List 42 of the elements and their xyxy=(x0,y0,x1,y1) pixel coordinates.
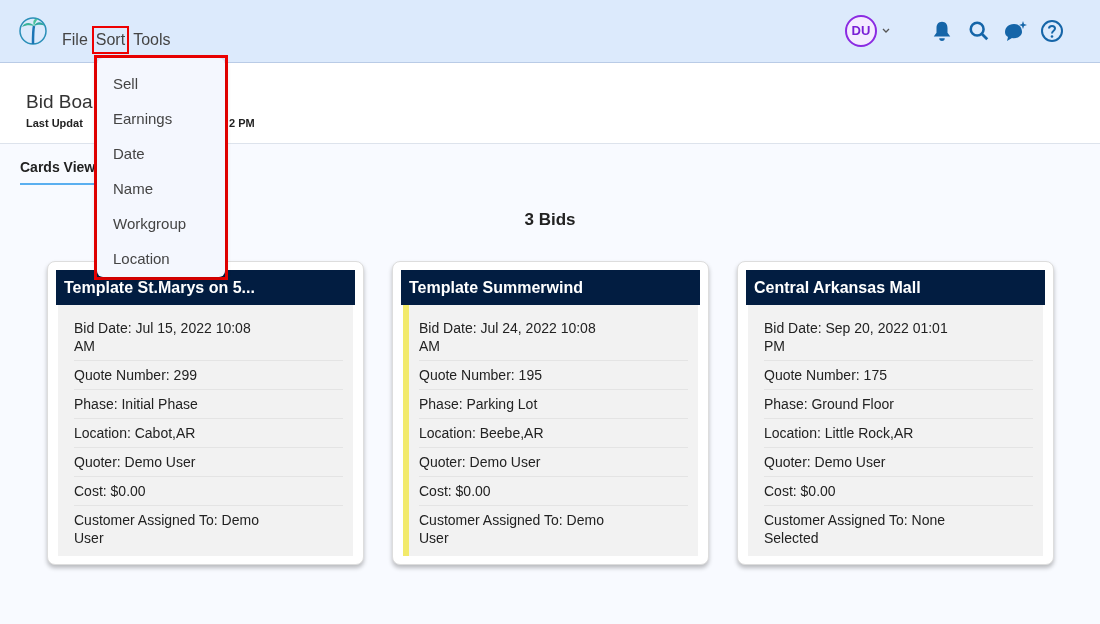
card-field: Cost: $0.00 xyxy=(764,476,1033,506)
card-field: Location: Beebe,AR xyxy=(419,418,688,448)
search-icon[interactable] xyxy=(968,20,990,42)
card-field: Bid Date: Jul 15, 2022 10:08 AM xyxy=(74,313,343,361)
card-field: Bid Date: Jul 24, 2022 10:08 AM xyxy=(419,313,688,361)
card-field: Customer Assigned To: Demo User xyxy=(74,505,343,552)
bid-count: 3 Bids xyxy=(524,209,576,231)
card-field: Bid Date: Sep 20, 2022 01:01 PM xyxy=(764,313,1033,361)
card-field: Quoter: Demo User xyxy=(764,447,1033,477)
help-icon[interactable] xyxy=(1040,19,1064,43)
card-field: Quote Number: 175 xyxy=(764,360,1033,390)
menu-option[interactable]: Earnings xyxy=(97,101,225,136)
card-field: Quoter: Demo User xyxy=(419,447,688,477)
card-field: Phase: Parking Lot xyxy=(419,389,688,419)
last-updated-text: Last Updat xyxy=(26,117,83,129)
menu-item[interactable]: File xyxy=(58,26,92,54)
menu-item[interactable]: Tools xyxy=(129,26,175,54)
menu-option[interactable]: Workgroup xyxy=(97,206,225,241)
card-title: Central Arkansas Mall xyxy=(746,269,1045,305)
chat-sparkle-icon[interactable] xyxy=(1003,20,1027,42)
bid-card[interactable]: Central Arkansas Mall Bid Date: Sep 20, 2022 01:01 PM Quote Number: 175 Phase: Ground Floor Location: Little Rock,AR Quoter: Demo User Cost: $0.00 Customer Assigned To: None Selected xyxy=(737,260,1054,565)
menu-option[interactable]: Sell xyxy=(97,66,225,101)
card-field: Location: Little Rock,AR xyxy=(764,418,1033,448)
card-title: Template Summerwind xyxy=(401,269,700,305)
chevron-down-icon[interactable] xyxy=(881,27,891,35)
bell-icon[interactable] xyxy=(931,20,953,42)
card-field: Location: Cabot,AR xyxy=(74,418,343,448)
card-field: Cost: $0.00 xyxy=(74,476,343,506)
palm-tree-logo-icon xyxy=(18,16,48,46)
card-field: Phase: Initial Phase xyxy=(74,389,343,419)
card-field: Phase: Ground Floor xyxy=(764,389,1033,419)
card-field: Cost: $0.00 xyxy=(419,476,688,506)
card-field: Customer Assigned To: None Selected xyxy=(764,505,1033,552)
user-avatar[interactable]: DU xyxy=(845,15,877,47)
last-updated-text: 2 PM xyxy=(229,116,256,131)
card-field: Customer Assigned To: Demo User xyxy=(419,505,688,552)
card-field: Quoter: Demo User xyxy=(74,447,343,477)
card-field: Quote Number: 195 xyxy=(419,360,688,390)
page-title: Bid Boa xyxy=(26,90,93,114)
menu-item[interactable]: Sort xyxy=(91,26,130,54)
bid-card[interactable]: Template Summerwind Bid Date: Jul 24, 2022 10:08 AM Quote Number: 195 Phase: Parking Lot Location: Beebe,AR Quoter: Demo User Cost: $0.00 Customer Assigned To: Demo User xyxy=(392,260,709,565)
card-field: Quote Number: 299 xyxy=(74,360,343,390)
